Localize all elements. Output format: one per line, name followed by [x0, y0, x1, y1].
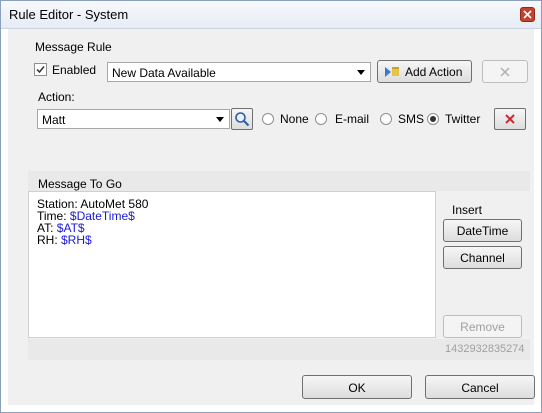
radio-email[interactable]: [315, 113, 327, 125]
ok-label: OK: [348, 381, 366, 395]
insert-channel-button[interactable]: Channel: [443, 246, 522, 269]
ok-button[interactable]: OK: [302, 375, 412, 399]
search-icon: [235, 112, 250, 127]
insert-datetime-button[interactable]: DateTime: [443, 219, 522, 242]
rule-trigger-dropdown[interactable]: New Data Available: [107, 62, 371, 82]
cancel-button[interactable]: Cancel: [425, 375, 535, 399]
rule-id-number: 1432932835274: [445, 343, 525, 355]
add-action-icon: [385, 67, 399, 77]
contact-value: Matt: [42, 113, 66, 127]
chevron-down-icon: [357, 70, 365, 75]
add-action-label: Add Action: [405, 65, 463, 79]
delete-action-button[interactable]: [494, 108, 526, 130]
radio-none-label: None: [280, 112, 309, 126]
remove-insert-button[interactable]: Remove: [443, 315, 522, 338]
message-text-area[interactable]: Station: AutoMet 580 Time: $DateTime$ AT…: [28, 191, 436, 338]
rule-editor-window: Rule Editor - System Message Rule Enable…: [0, 0, 542, 413]
dialog-body: Message Rule Enabled New Data Available …: [8, 29, 535, 405]
search-contact-button[interactable]: [231, 108, 253, 130]
radio-sms[interactable]: [380, 113, 392, 125]
remove-action-button[interactable]: [482, 60, 528, 83]
radio-none[interactable]: [262, 113, 274, 125]
checkmark-icon: [36, 66, 45, 74]
message-to-go-label: Message To Go: [38, 177, 122, 191]
chevron-down-icon: [216, 117, 224, 122]
insert-label: Insert: [452, 203, 483, 217]
rule-trigger-value: New Data Available: [112, 66, 216, 80]
delete-icon: [505, 114, 515, 124]
window-title: Rule Editor - System: [9, 7, 129, 22]
message-rule-label: Message Rule: [35, 40, 112, 54]
radio-twitter[interactable]: [427, 113, 439, 125]
enabled-checkbox[interactable]: [34, 63, 47, 76]
insert-channel-label: Channel: [460, 251, 505, 265]
message-line-rh: RH: $RH$: [37, 233, 92, 247]
insert-datetime-label: DateTime: [456, 224, 509, 238]
radio-twitter-label: Twitter: [445, 112, 481, 126]
window-close-button[interactable]: [520, 7, 535, 22]
enabled-label: Enabled: [52, 63, 97, 77]
radio-sms-label: SMS: [398, 112, 425, 126]
radio-email-label: E-mail: [335, 112, 370, 126]
close-icon: [523, 10, 532, 19]
close-icon: [500, 67, 510, 77]
action-label: Action:: [38, 90, 75, 104]
cancel-label: Cancel: [461, 381, 499, 395]
contact-dropdown[interactable]: Matt: [37, 109, 230, 129]
remove-label: Remove: [460, 320, 505, 334]
add-action-button[interactable]: Add Action: [377, 60, 472, 83]
title-bar: Rule Editor - System: [1, 1, 541, 29]
